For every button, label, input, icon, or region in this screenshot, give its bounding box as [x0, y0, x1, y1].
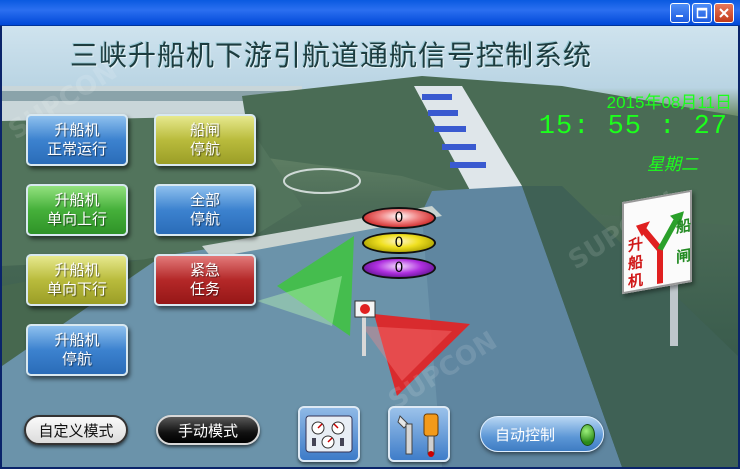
time-display: 15: 55 : 27	[538, 112, 728, 142]
window-titlebar	[0, 0, 740, 26]
signal-light-yellow: 0	[362, 232, 436, 254]
weekday-display: 星期二	[647, 155, 698, 175]
button-label: 停航	[189, 210, 220, 228]
button-label: 升船机	[54, 261, 100, 279]
instrument-panel-button[interactable]	[298, 406, 360, 462]
navigation-scene: SUPCON SUPCON SUPCON 三峡升船机下游引航道通航信号控制系统 …	[2, 26, 738, 467]
gauges-icon	[305, 415, 353, 453]
app-title: 三峡升船机下游引航道通航信号控制系统	[70, 39, 593, 72]
auto-control-label: 自动控制	[495, 425, 556, 444]
lift-up-button[interactable]: 升船机 单向上行	[26, 184, 128, 236]
signal-light-red: 0	[362, 207, 436, 229]
wrench-screwdriver-icon	[397, 413, 439, 457]
sign-char: 闸	[676, 246, 692, 267]
auto-control-button[interactable]: 自动控制	[480, 416, 604, 452]
all-stop-button[interactable]: 全部 停航	[154, 184, 256, 236]
lift-normal-button[interactable]: 升船机 正常运行	[26, 114, 128, 166]
lock-stop-button[interactable]: 船闸 停航	[154, 114, 256, 166]
maximize-icon[interactable]	[692, 3, 712, 23]
lift-down-button[interactable]: 升船机 单向下行	[26, 254, 128, 306]
button-label: 升船机	[54, 121, 100, 139]
date-display: 2015年08月11日	[606, 93, 732, 112]
direction-sign-board: 升 船 机 船 闸	[622, 189, 692, 295]
custom-mode-button[interactable]: 自定义模式	[24, 415, 128, 445]
button-label: 紧急	[189, 261, 220, 279]
button-label: 停航	[189, 140, 220, 158]
maintenance-tools-button[interactable]	[388, 406, 450, 462]
sign-char: 机	[628, 270, 644, 292]
button-label: 任务	[189, 280, 220, 298]
button-label: 单向下行	[46, 280, 107, 298]
button-label: 全部	[189, 191, 220, 209]
emergency-task-button[interactable]: 紧急 任务	[154, 254, 256, 306]
lift-stop-button[interactable]: 升船机 停航	[26, 324, 128, 376]
button-label: 停航	[61, 350, 92, 368]
button-label: 升船机	[54, 191, 100, 209]
window-controls	[670, 3, 734, 23]
sign-char: 船	[676, 216, 692, 237]
manual-mode-button[interactable]: 手动模式	[156, 415, 260, 445]
signal-light-purple: 0	[362, 257, 436, 279]
button-label: 升船机	[54, 331, 100, 349]
button-label: 正常运行	[46, 140, 107, 158]
button-label: 船闸	[189, 121, 220, 139]
status-led-icon	[580, 424, 595, 446]
button-label: 单向上行	[46, 210, 107, 228]
close-icon[interactable]	[714, 3, 734, 23]
minimize-icon[interactable]	[670, 3, 690, 23]
